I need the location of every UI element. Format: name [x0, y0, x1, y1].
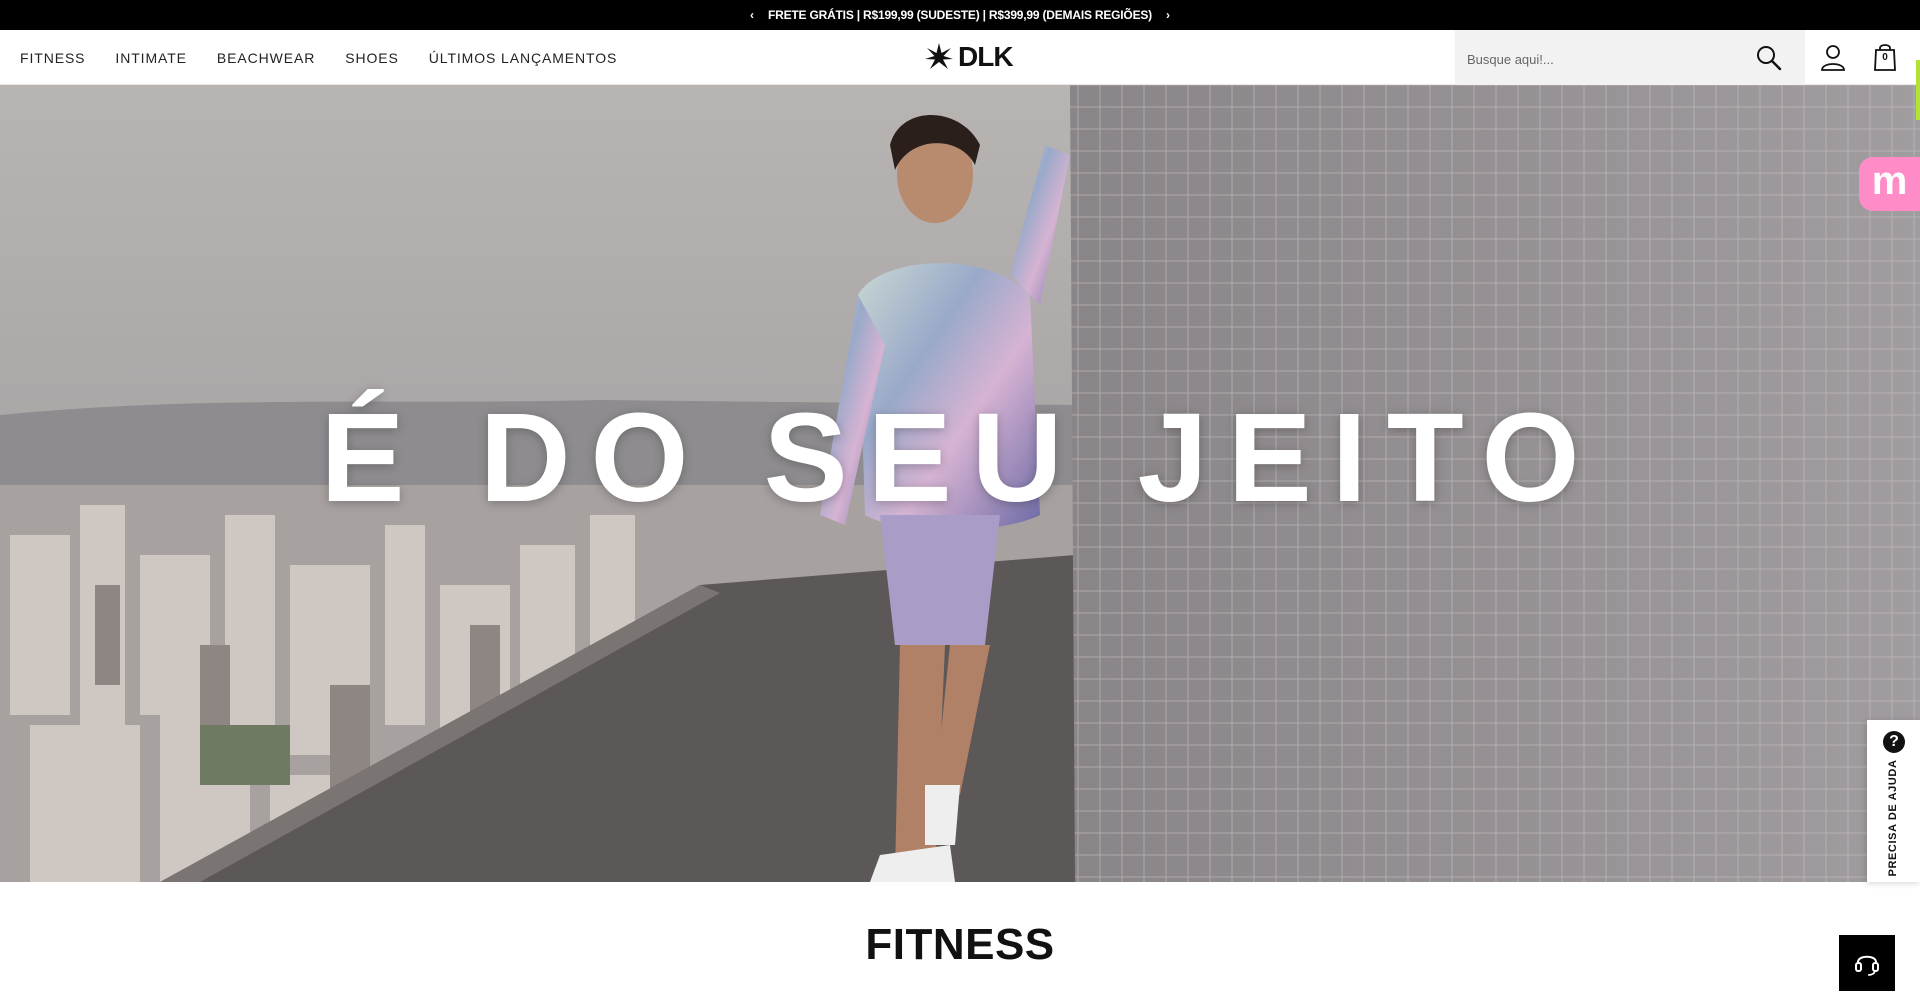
promo-next-arrow[interactable]: › [1166, 9, 1170, 21]
dlk-logo[interactable]: DLK [924, 39, 1014, 75]
promo-text[interactable]: FRETE GRÁTIS | R$199,99 (SUDESTE) | R$39… [768, 8, 1152, 22]
headset-icon [1855, 955, 1879, 976]
help-label: PRECISA DE AJUDA [1887, 759, 1899, 877]
nav-item-intimate[interactable]: INTIMATE [115, 50, 187, 66]
hero-banner[interactable]: É DO SEU JEITO [0, 85, 1920, 882]
search-input[interactable] [1465, 44, 1759, 74]
section-title-fitness: FITNESS [865, 920, 1055, 969]
support-button[interactable] [1839, 935, 1895, 991]
promo-bar: ‹ FRETE GRÁTIS | R$199,99 (SUDESTE) | R$… [0, 0, 1920, 30]
nav-item-shoes[interactable]: SHOES [345, 50, 399, 66]
user-icon[interactable] [1820, 44, 1846, 72]
dlk-star-icon [925, 43, 953, 69]
nav-item-fitness[interactable]: FITNESS [20, 50, 85, 66]
search-icon[interactable] [1755, 44, 1783, 72]
scroll-indicator[interactable] [1916, 60, 1920, 120]
promo-prev-arrow[interactable]: ‹ [750, 9, 754, 21]
nav-item-ultimos-lancamentos[interactable]: ÚLTIMOS LANÇAMENTOS [429, 50, 618, 66]
site-header: FITNESS INTIMATE BEACHWEAR SHOES ÚLTIMOS… [0, 30, 1920, 85]
question-icon: ? [1883, 731, 1905, 753]
cart-count: 0 [1882, 52, 1888, 63]
cart-button[interactable]: 0 [1873, 42, 1897, 72]
hero-title: É DO SEU JEITO [320, 387, 1600, 528]
nav-item-beachwear[interactable]: BEACHWEAR [217, 50, 315, 66]
help-tab[interactable]: ? PRECISA DE AJUDA [1867, 720, 1920, 882]
main-nav: FITNESS INTIMATE BEACHWEAR SHOES ÚLTIMOS… [20, 30, 617, 85]
m-badge-letter: m [1871, 158, 1908, 203]
search-bar [1455, 30, 1805, 85]
m-badge-widget[interactable]: m [1859, 157, 1920, 211]
logo-wordmark: DLK [958, 41, 1014, 72]
